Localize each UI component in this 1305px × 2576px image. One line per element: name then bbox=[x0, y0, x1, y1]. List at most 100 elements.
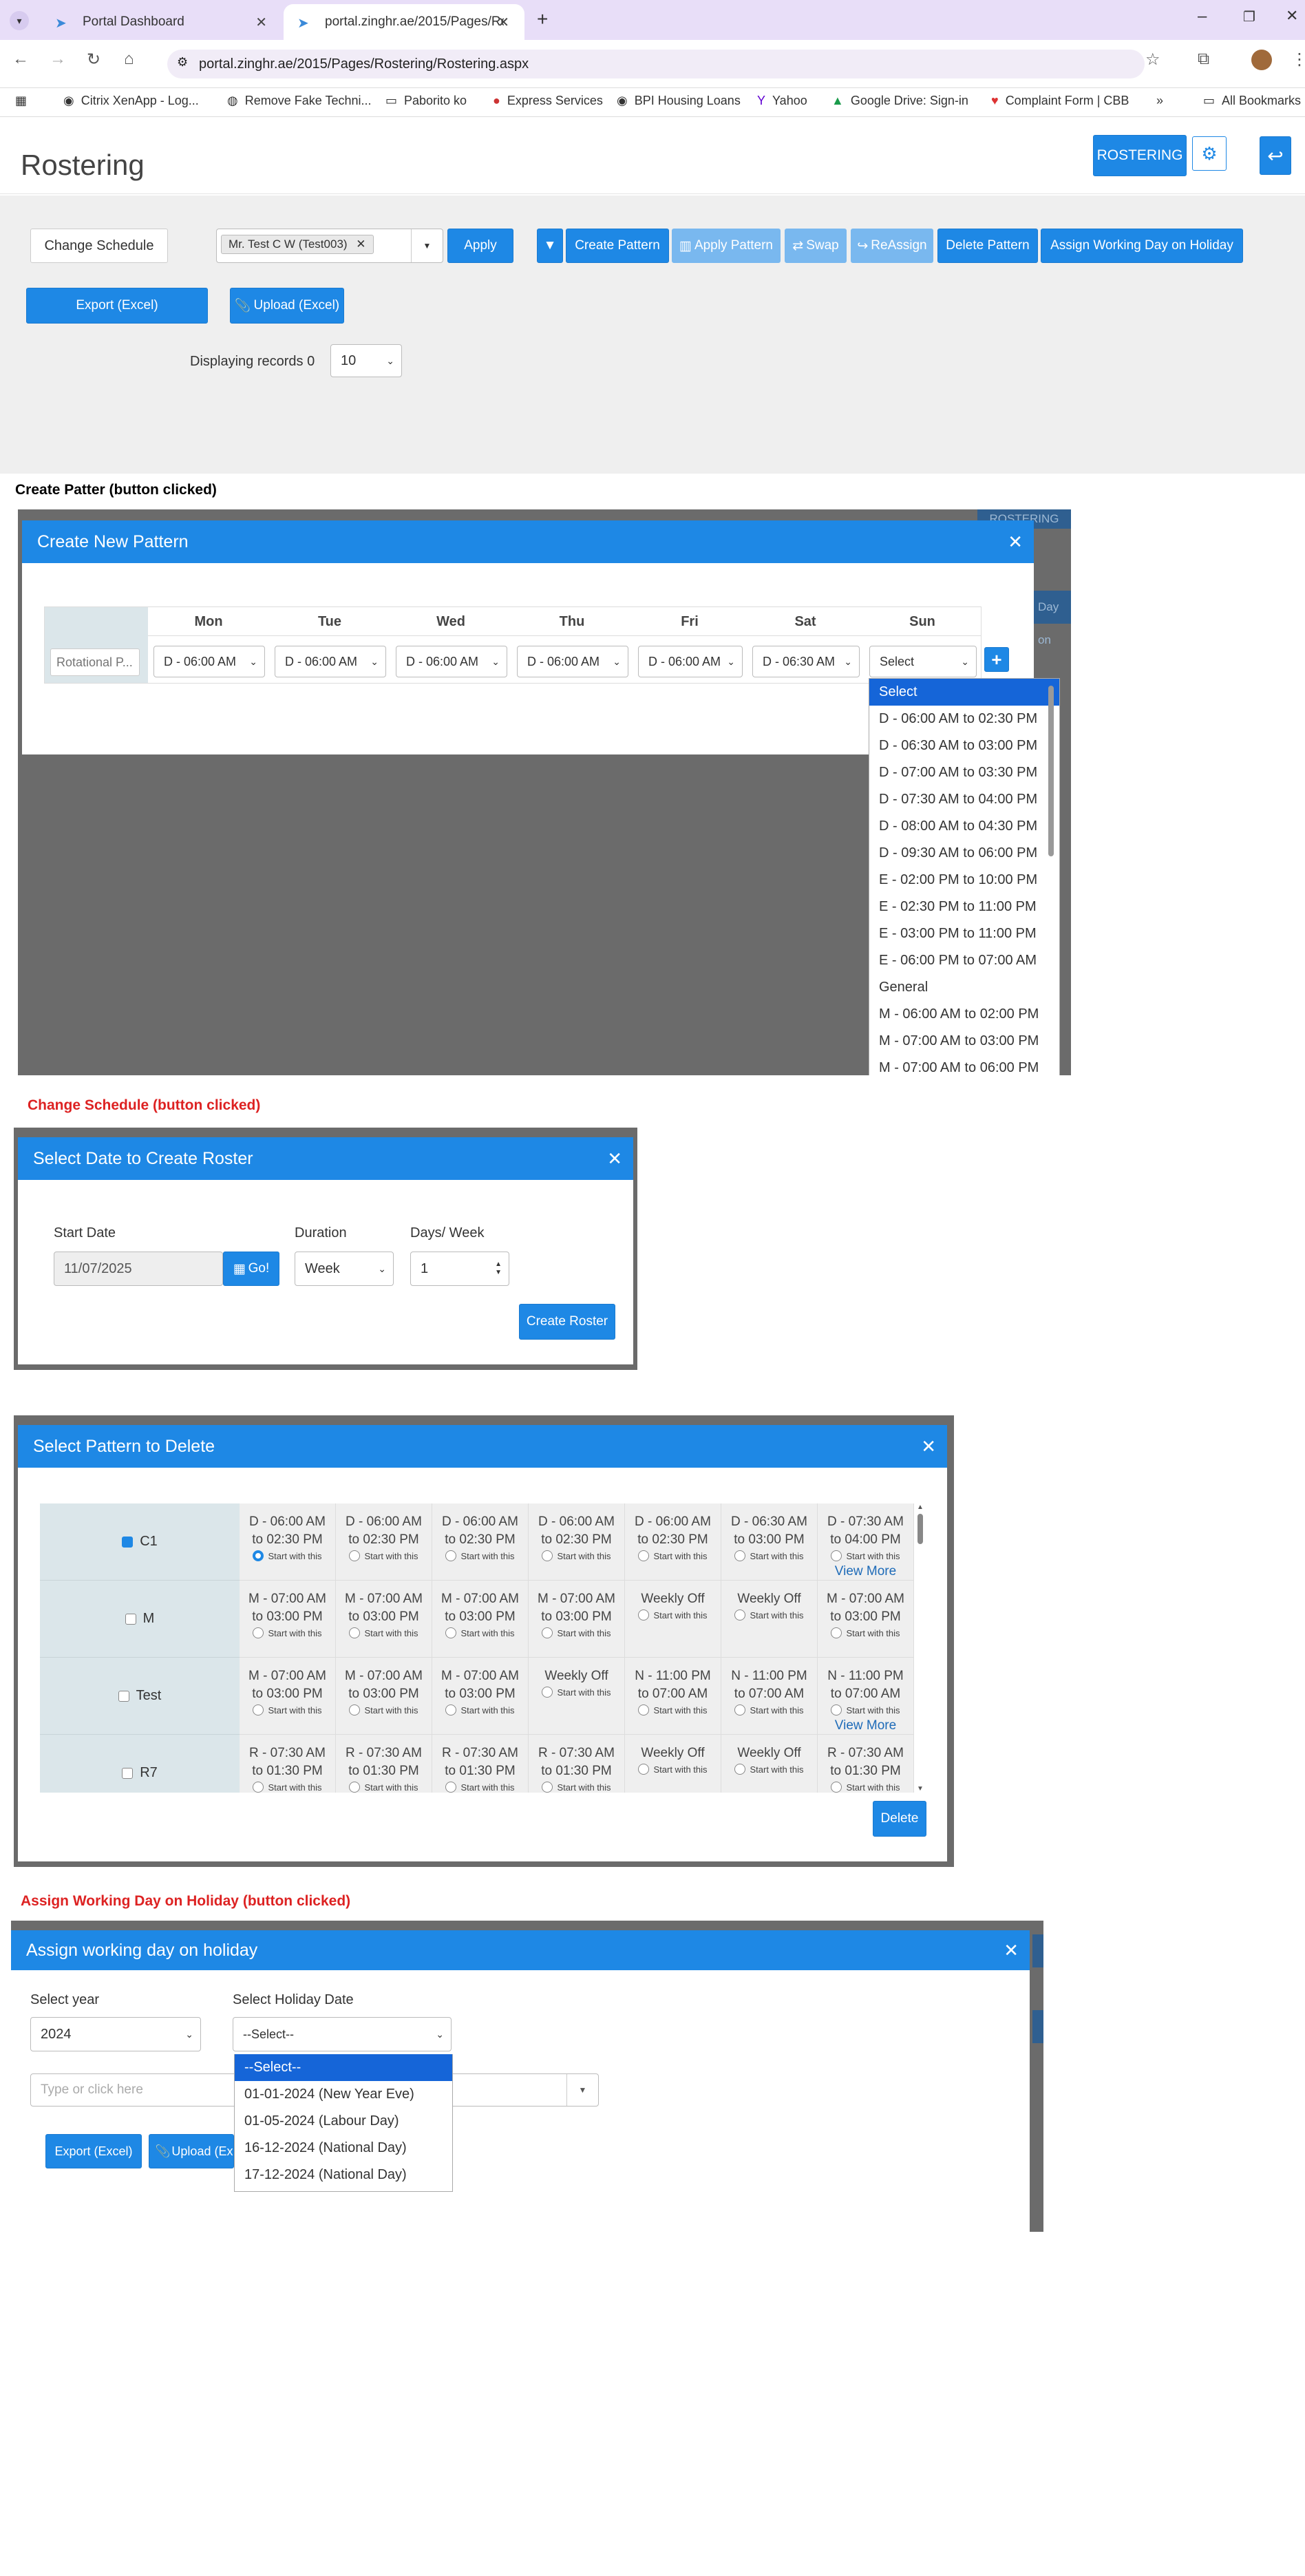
bookmark-item[interactable]: ◉ Citrix XenApp - Log... bbox=[63, 94, 199, 108]
days-per-week-input[interactable]: 1 ▲ ▼ bbox=[410, 1252, 509, 1286]
scrollbar[interactable] bbox=[1048, 686, 1054, 856]
wed-shift-select[interactable]: D - 06:00 AM ⌄ bbox=[396, 646, 507, 677]
dropdown-option[interactable]: 16-12-2024 (National Day) bbox=[235, 2135, 452, 2162]
apply-button[interactable]: Apply bbox=[447, 229, 513, 263]
radio-icon[interactable] bbox=[734, 1609, 746, 1620]
radio-icon[interactable] bbox=[349, 1782, 361, 1793]
dropdown-option[interactable]: Select bbox=[869, 679, 1059, 706]
all-bookmarks[interactable]: ▭ All Bookmarks bbox=[1203, 94, 1301, 108]
start-with-radio[interactable]: Start with this bbox=[336, 1782, 432, 1793]
start-with-radio[interactable]: Start with this bbox=[529, 1627, 624, 1638]
start-with-radio[interactable]: Start with this bbox=[625, 1550, 721, 1561]
settings-button[interactable]: ⚙ bbox=[1192, 136, 1227, 171]
start-with-radio[interactable]: Start with this bbox=[240, 1627, 335, 1638]
reload-icon[interactable]: ↻ bbox=[87, 50, 100, 70]
dropdown-option[interactable]: --Select-- bbox=[235, 2054, 452, 2081]
radio-icon[interactable] bbox=[542, 1687, 553, 1698]
create-roster-button[interactable]: Create Roster bbox=[519, 1304, 615, 1340]
dropdown-option[interactable]: 01-05-2024 (Labour Day) bbox=[235, 2108, 452, 2135]
thu-shift-select[interactable]: D - 06:00 AM ⌄ bbox=[517, 646, 628, 677]
radio-icon[interactable] bbox=[542, 1627, 553, 1638]
radio-icon[interactable] bbox=[253, 1627, 264, 1638]
start-with-radio[interactable]: Start with this bbox=[432, 1782, 528, 1793]
extensions-icon[interactable]: ⧉ bbox=[1198, 50, 1209, 69]
dropdown-option[interactable]: D - 06:00 AM to 02:30 PM bbox=[869, 706, 1059, 732]
bookmark-item[interactable]: ● Express Services bbox=[493, 94, 603, 108]
dropdown-option[interactable]: E - 02:30 PM to 11:00 PM bbox=[869, 894, 1059, 920]
back-icon[interactable]: ← bbox=[12, 50, 29, 69]
start-with-radio[interactable]: Start with this bbox=[721, 1764, 817, 1775]
close-tab-icon[interactable]: ✕ bbox=[255, 14, 267, 31]
site-info-icon[interactable]: ⚙ bbox=[177, 55, 188, 70]
start-with-radio[interactable]: Start with this bbox=[336, 1704, 432, 1715]
close-icon[interactable]: ✕ bbox=[1004, 1940, 1019, 1961]
radio-icon[interactable] bbox=[445, 1782, 457, 1793]
spinner-icon[interactable]: ▲ ▼ bbox=[495, 1260, 502, 1277]
start-with-radio[interactable]: Start with this bbox=[625, 1764, 721, 1775]
year-select[interactable]: 2024 ⌄ bbox=[30, 2017, 201, 2051]
remove-tag-icon[interactable]: ✕ bbox=[356, 237, 365, 251]
delete-pattern-button[interactable]: Delete Pattern bbox=[937, 229, 1038, 263]
close-icon[interactable]: ✕ bbox=[1008, 531, 1023, 553]
bookmark-item[interactable]: ◍ Remove Fake Techni... bbox=[227, 94, 371, 108]
new-tab-icon[interactable]: + bbox=[537, 8, 548, 30]
sun-shift-dropdown[interactable]: Select D - 06:00 AM to 02:30 PM D - 06:3… bbox=[869, 678, 1060, 1075]
dropdown-option[interactable]: D - 07:00 AM to 03:30 PM bbox=[869, 759, 1059, 786]
page-size-select[interactable]: 10 ⌄ bbox=[330, 344, 402, 377]
start-with-radio[interactable]: Start with this bbox=[818, 1550, 913, 1561]
employee-select[interactable]: Mr. Test C W (Test003) ✕ ▼ bbox=[216, 229, 443, 263]
scrollbar[interactable]: ▲ ▼ bbox=[915, 1503, 925, 1793]
change-schedule-button[interactable]: Change Schedule bbox=[30, 229, 168, 263]
close-window-icon[interactable]: ✕ bbox=[1286, 7, 1298, 25]
back-button[interactable]: ↩ bbox=[1260, 136, 1291, 175]
start-with-radio[interactable]: Start with this bbox=[240, 1704, 335, 1715]
restore-icon[interactable]: ❐ bbox=[1243, 8, 1255, 25]
start-with-radio[interactable]: Start with this bbox=[529, 1550, 624, 1561]
minimize-icon[interactable]: – bbox=[1198, 7, 1207, 26]
pattern-name-cell[interactable]: C1 bbox=[40, 1503, 240, 1581]
dropdown-option[interactable]: D - 07:30 AM to 04:00 PM bbox=[869, 786, 1059, 813]
view-more-link[interactable]: View More bbox=[818, 1564, 913, 1579]
radio-icon[interactable] bbox=[734, 1550, 746, 1561]
close-icon[interactable]: ✕ bbox=[921, 1436, 936, 1457]
pattern-checkbox[interactable] bbox=[118, 1690, 129, 1702]
radio-icon[interactable] bbox=[638, 1764, 650, 1775]
pattern-name-cell[interactable]: Test bbox=[40, 1658, 240, 1735]
forward-icon[interactable]: → bbox=[50, 50, 66, 69]
dropdown-option[interactable]: M - 07:00 AM to 03:00 PM bbox=[869, 1028, 1059, 1055]
dropdown-option[interactable]: D - 06:30 AM to 03:00 PM bbox=[869, 732, 1059, 759]
tab-portal-dashboard[interactable]: ➤ Portal Dashboard ✕ bbox=[41, 4, 282, 40]
radio-icon[interactable] bbox=[831, 1782, 842, 1793]
sun-shift-select[interactable]: Select ⌄ bbox=[869, 646, 977, 677]
radio-icon[interactable] bbox=[542, 1782, 553, 1793]
start-with-radio[interactable]: Start with this bbox=[432, 1550, 528, 1561]
dropdown-option[interactable]: D - 09:30 AM to 06:00 PM bbox=[869, 840, 1059, 867]
start-with-radio[interactable]: Start with this bbox=[432, 1627, 528, 1638]
dropdown-arrow-icon[interactable]: ▼ bbox=[566, 2074, 598, 2106]
pattern-checkbox[interactable] bbox=[125, 1613, 136, 1625]
swap-button[interactable]: ⇄ Swap bbox=[785, 229, 847, 263]
dropdown-option[interactable]: E - 06:00 PM to 07:00 AM bbox=[869, 947, 1059, 974]
apply-pattern-button[interactable]: ▥ Apply Pattern bbox=[672, 229, 781, 263]
export-excel-button[interactable]: Export (Excel) bbox=[26, 288, 208, 324]
delete-button[interactable]: Delete bbox=[873, 1801, 926, 1837]
fri-shift-select[interactable]: D - 06:00 AM ⌄ bbox=[638, 646, 743, 677]
start-with-radio[interactable]: Start with this bbox=[818, 1704, 913, 1715]
dropdown-option[interactable]: M - 07:00 AM to 06:00 PM bbox=[869, 1055, 1059, 1075]
start-with-radio[interactable]: Start with this bbox=[721, 1704, 817, 1715]
radio-icon[interactable] bbox=[445, 1550, 457, 1561]
home-icon[interactable]: ⌂ bbox=[124, 50, 134, 69]
radio-icon[interactable] bbox=[253, 1782, 264, 1793]
filter-button[interactable]: ▼ bbox=[537, 229, 563, 263]
pattern-checkbox[interactable] bbox=[122, 1767, 134, 1779]
start-with-radio[interactable]: Start with this bbox=[432, 1704, 528, 1715]
dropdown-option[interactable]: 17-12-2024 (National Day) bbox=[235, 2162, 452, 2188]
holiday-date-select[interactable]: --Select-- ⌄ bbox=[233, 2017, 452, 2051]
pattern-name-cell[interactable]: M bbox=[40, 1581, 240, 1658]
radio-icon[interactable] bbox=[253, 1550, 264, 1561]
menu-icon[interactable]: ⋮ bbox=[1291, 50, 1305, 70]
bookmark-item[interactable]: ▭ Paborito ko bbox=[385, 94, 467, 108]
start-with-radio[interactable]: Start with this bbox=[818, 1782, 913, 1793]
holiday-date-dropdown[interactable]: --Select-- 01-01-2024 (New Year Eve) 01-… bbox=[234, 2054, 453, 2192]
radio-icon[interactable] bbox=[445, 1627, 457, 1638]
